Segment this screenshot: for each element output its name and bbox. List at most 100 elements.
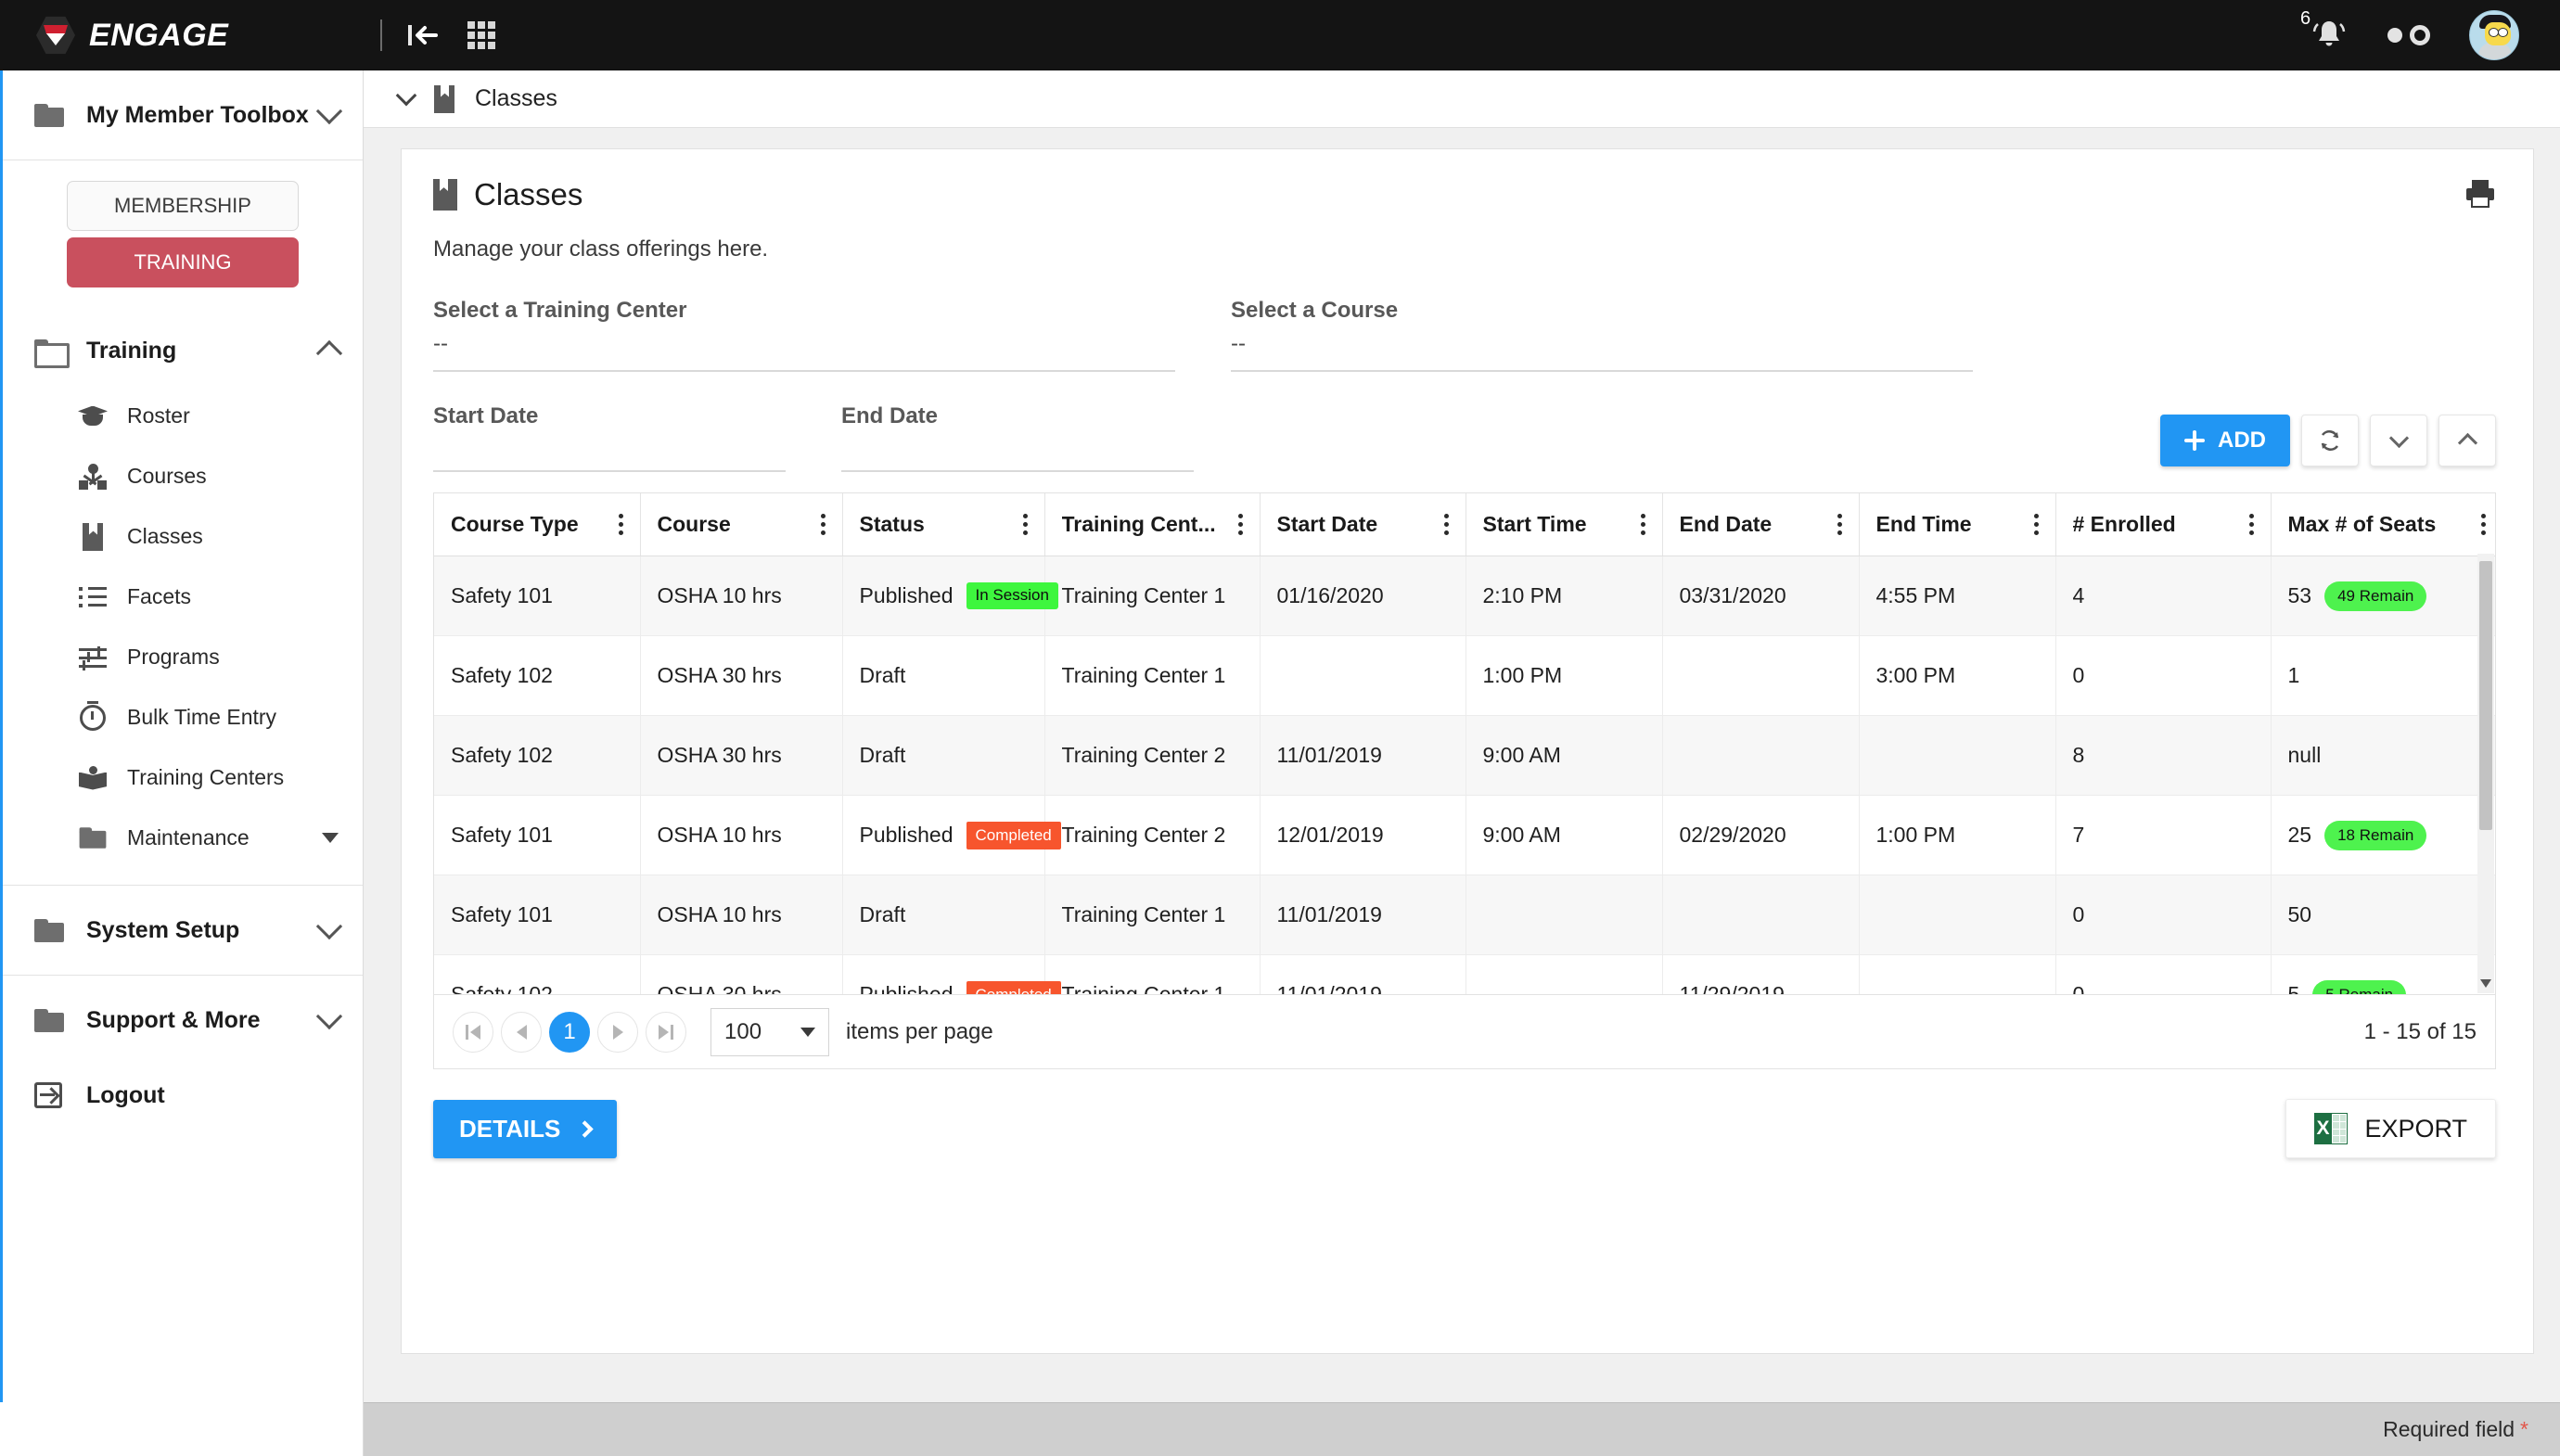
- printer-icon[interactable]: [2464, 178, 2496, 212]
- column-header-end-date[interactable]: End Date: [1662, 493, 1860, 556]
- dot-circle-icon[interactable]: [2387, 25, 2430, 45]
- chevron-down-icon[interactable]: [395, 84, 417, 107]
- previous-page-button[interactable]: [501, 1011, 542, 1053]
- sidebar-item-maintenance[interactable]: Maintenance: [3, 808, 363, 868]
- page-size-select[interactable]: 100: [710, 1007, 829, 1056]
- column-header-course-type[interactable]: Course Type: [434, 493, 641, 556]
- sidebar-item-system-setup[interactable]: System Setup: [3, 886, 363, 975]
- sidebar-group-training[interactable]: Training: [3, 315, 363, 386]
- sidebar-item-courses[interactable]: Courses: [3, 446, 363, 506]
- export-button-label: EXPORT: [2364, 1114, 2467, 1143]
- details-button[interactable]: DETAILS: [433, 1099, 618, 1158]
- sliders-icon: [77, 645, 109, 671]
- sidebar-logout-label: Logout: [86, 1081, 165, 1108]
- collapse-down-button[interactable]: [2370, 415, 2427, 466]
- collapse-up-button[interactable]: [2438, 415, 2496, 466]
- column-header-status[interactable]: Status: [842, 493, 1045, 556]
- sidebar-item-support-and-more[interactable]: Support & More: [3, 976, 363, 1065]
- breadcrumb-label: Classes: [475, 85, 557, 111]
- sidebar-item-roster[interactable]: Roster: [3, 386, 363, 446]
- scrollbar-thumb[interactable]: [2479, 561, 2492, 830]
- sidebar-item-my-member-toolbox[interactable]: My Member Toolbox: [3, 70, 363, 160]
- column-menu-icon[interactable]: [812, 514, 826, 535]
- cell-value: 3:00 PM: [1875, 663, 1956, 687]
- column-menu-icon[interactable]: [1229, 514, 1243, 535]
- cell-enrolled: 7: [2055, 795, 2272, 875]
- cell-value: 11/01/2019: [1276, 982, 1382, 994]
- sidebar-item-bulk-time-entry[interactable]: Bulk Time Entry: [3, 687, 363, 747]
- table-row[interactable]: Safety 101 OSHA 10 hrs Published Completed T…: [434, 795, 2495, 875]
- triangle-down-icon[interactable]: [322, 833, 339, 843]
- last-page-button[interactable]: [646, 1011, 686, 1053]
- table-row[interactable]: Safety 101 OSHA 10 hrs Published In Session…: [434, 556, 2495, 636]
- scroll-down-icon[interactable]: [2480, 979, 2491, 988]
- page-size-value: 100: [724, 1018, 762, 1044]
- main-content: Classes Classes Manage your class offeri…: [364, 70, 2560, 1402]
- sidebar-item-label: Classes: [127, 524, 203, 548]
- apps-grid-icon[interactable]: [467, 21, 495, 49]
- chevron-up-icon[interactable]: [315, 339, 343, 367]
- sidebar-item-training-centers[interactable]: Training Centers: [3, 747, 363, 808]
- sidebar-item-classes[interactable]: Classes: [3, 506, 363, 567]
- user-avatar[interactable]: [2469, 10, 2519, 60]
- end-date-filter[interactable]: End Date: [841, 403, 1194, 472]
- cell-start-date: 12/01/2019: [1260, 795, 1466, 875]
- cell-value: Published: [859, 823, 954, 847]
- page-number-button[interactable]: 1: [549, 1011, 590, 1053]
- sidebar-item-logout[interactable]: Logout: [3, 1065, 363, 1126]
- column-header-max-seats[interactable]: Max # of Seats: [2271, 493, 2495, 556]
- bookmark-icon: [433, 179, 457, 211]
- column-header-start-date[interactable]: Start Date: [1260, 493, 1466, 556]
- cell-start-date: 01/16/2020: [1260, 556, 1466, 636]
- column-header-start-time[interactable]: Start Time: [1466, 493, 1663, 556]
- column-menu-icon[interactable]: [2472, 514, 2486, 535]
- table-row[interactable]: Safety 102 OSHA 30 hrs Published Completed T…: [434, 954, 2495, 994]
- cell-course: OSHA 10 hrs: [640, 795, 843, 875]
- sidebar-item-facets[interactable]: Facets: [3, 567, 363, 627]
- breadcrumb: Classes: [364, 70, 2560, 128]
- sidebar-item-programs[interactable]: Programs: [3, 627, 363, 687]
- column-header-end-time[interactable]: End Time: [1859, 493, 2056, 556]
- start-date-filter[interactable]: Start Date: [433, 403, 786, 472]
- column-menu-icon[interactable]: [1632, 514, 1645, 535]
- chevron-down-icon[interactable]: [315, 913, 343, 940]
- notifications-button[interactable]: 6: [2300, 8, 2349, 55]
- column-header-training-center[interactable]: Training Cent...: [1044, 493, 1261, 556]
- table-row[interactable]: Safety 101 OSHA 10 hrs Draft Training Cente…: [434, 875, 2495, 955]
- collapse-left-icon[interactable]: [406, 21, 440, 49]
- add-button[interactable]: ADD: [2160, 415, 2290, 466]
- table-row[interactable]: Safety 102 OSHA 30 hrs Draft Training Cente…: [434, 715, 2495, 796]
- cell-value: 4:55 PM: [1875, 583, 1956, 607]
- cell-value: 1: [2287, 663, 2300, 687]
- column-menu-icon[interactable]: [1014, 514, 1028, 535]
- chevron-down-icon[interactable]: [315, 1003, 343, 1030]
- chevron-down-icon[interactable]: [315, 97, 343, 125]
- toggle-training[interactable]: TRAINING: [67, 237, 299, 287]
- brand-logo[interactable]: ENGAGE: [0, 0, 364, 70]
- classes-table-scroll[interactable]: Course Type Course Status Training Cent.…: [434, 493, 2495, 994]
- column-label: End Date: [1679, 512, 1773, 536]
- column-menu-icon[interactable]: [609, 514, 623, 535]
- table-row[interactable]: Safety 102 OSHA 30 hrs Draft Training Cente…: [434, 635, 2495, 716]
- column-menu-icon[interactable]: [1828, 514, 1842, 535]
- column-label: Start Date: [1276, 512, 1378, 536]
- next-page-button[interactable]: [597, 1011, 638, 1053]
- status-badge: Completed: [966, 980, 1061, 994]
- cell-value: 5: [2287, 982, 2300, 994]
- cell-start-time: 1:00 PM: [1466, 635, 1663, 716]
- course-filter[interactable]: Select a Course --: [1231, 298, 1973, 372]
- column-menu-icon[interactable]: [2240, 514, 2254, 535]
- export-button[interactable]: X EXPORT: [2285, 1099, 2496, 1158]
- toggle-membership[interactable]: MEMBERSHIP: [67, 181, 299, 231]
- refresh-button[interactable]: [2301, 415, 2359, 466]
- column-menu-icon[interactable]: [1435, 514, 1449, 535]
- training-center-filter[interactable]: Select a Training Center --: [433, 298, 1175, 372]
- sidebar-section-support: Support & More Logout: [3, 976, 363, 1126]
- cell-value: 1:00 PM: [1875, 823, 1956, 847]
- sidebar: My Member Toolbox MEMBERSHIP TRAINING Tr…: [0, 70, 364, 1402]
- table-vertical-scrollbar[interactable]: [2477, 554, 2494, 993]
- column-header-enrolled[interactable]: # Enrolled: [2055, 493, 2272, 556]
- column-menu-icon[interactable]: [2025, 514, 2039, 535]
- first-page-button[interactable]: [453, 1011, 493, 1053]
- column-header-course[interactable]: Course: [640, 493, 843, 556]
